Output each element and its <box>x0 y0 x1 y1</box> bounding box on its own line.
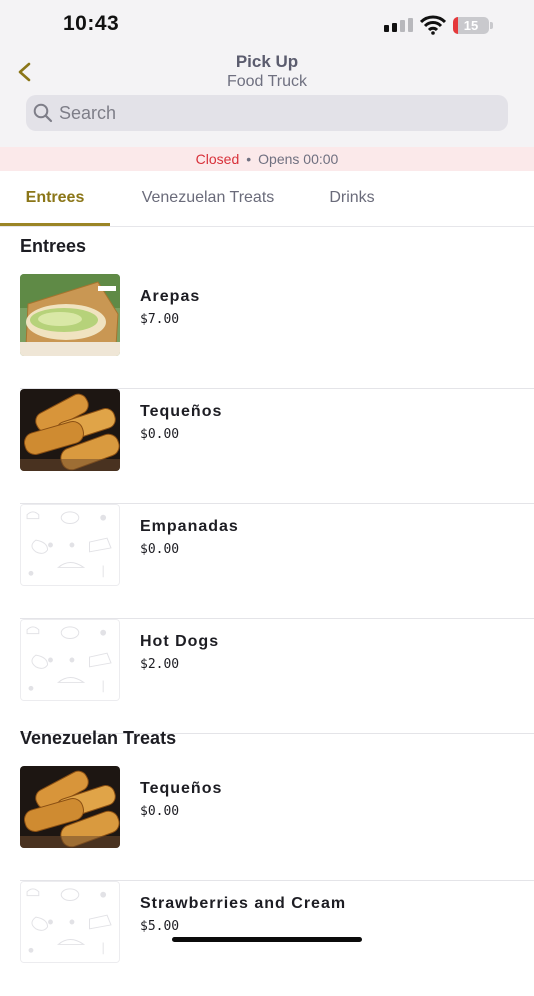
battery-icon: 15 <box>453 17 493 34</box>
status-time: 10:43 <box>63 12 120 35</box>
nav-header: Pick Up Food Truck <box>0 52 534 147</box>
menu-item-name: Empanadas <box>140 518 239 535</box>
placeholder-food-image <box>20 504 120 586</box>
menu-item-name: Arepas <box>140 288 201 305</box>
cellular-signal-icon <box>384 18 413 32</box>
tab-entrees[interactable]: Entrees <box>0 171 110 226</box>
section-title-venezuelan-treats: Venezuelan Treats <box>20 728 177 748</box>
tab-drinks[interactable]: Drinks <box>312 171 392 226</box>
battery-level: 15 <box>463 18 479 33</box>
search-icon <box>33 103 53 123</box>
status-bar: 10:43 15 <box>0 0 534 52</box>
page-title: Pick Up <box>235 52 299 71</box>
tequenos-photo <box>20 766 120 848</box>
menu-item-price: $0.00 <box>140 804 180 819</box>
menu-item-name: Hot Dogs <box>140 633 220 650</box>
wifi-icon <box>420 15 446 35</box>
status-separator: • <box>246 151 252 167</box>
menu-item-price: $2.00 <box>140 657 180 672</box>
home-indicator[interactable] <box>172 937 362 942</box>
menu-item-price: $0.00 <box>140 542 180 557</box>
menu-item[interactable]: Tequeños $0.00 <box>0 766 534 881</box>
tab-venezuelan-treats[interactable]: Venezuelan Treats <box>120 171 296 226</box>
category-tab-bar: Entrees Venezuelan Treats Drinks <box>0 171 534 227</box>
store-status-state: Closed <box>195 151 240 167</box>
store-opening-time: Opens 00:00 <box>258 151 339 167</box>
placeholder-food-image <box>20 881 120 963</box>
menu-item[interactable]: Empanadas $0.00 <box>0 504 534 619</box>
store-status-banner: Closed • Opens 00:00 <box>0 147 534 171</box>
menu-item-price: $7.00 <box>140 312 180 327</box>
menu-item-name: Tequeños <box>140 780 223 797</box>
search-bar[interactable] <box>26 95 508 131</box>
menu-item[interactable]: Tequeños $0.00 <box>0 389 534 504</box>
menu-item-price: $0.00 <box>140 427 180 442</box>
search-input[interactable] <box>59 95 499 131</box>
menu-item-price: $5.00 <box>140 919 180 934</box>
tequenos-photo <box>20 389 120 471</box>
menu-item[interactable]: Arepas $7.00 <box>0 274 534 389</box>
arepa-photo <box>20 274 120 356</box>
active-tab-indicator <box>0 223 110 226</box>
page-subtitle: Food Truck <box>226 73 308 90</box>
placeholder-food-image <box>20 619 120 701</box>
menu-item-name: Tequeños <box>140 403 223 420</box>
section-title-entrees: Entrees <box>20 236 87 256</box>
menu-item-name: Strawberries and Cream <box>140 895 347 912</box>
menu-item[interactable]: Hot Dogs $2.00 <box>0 619 534 734</box>
